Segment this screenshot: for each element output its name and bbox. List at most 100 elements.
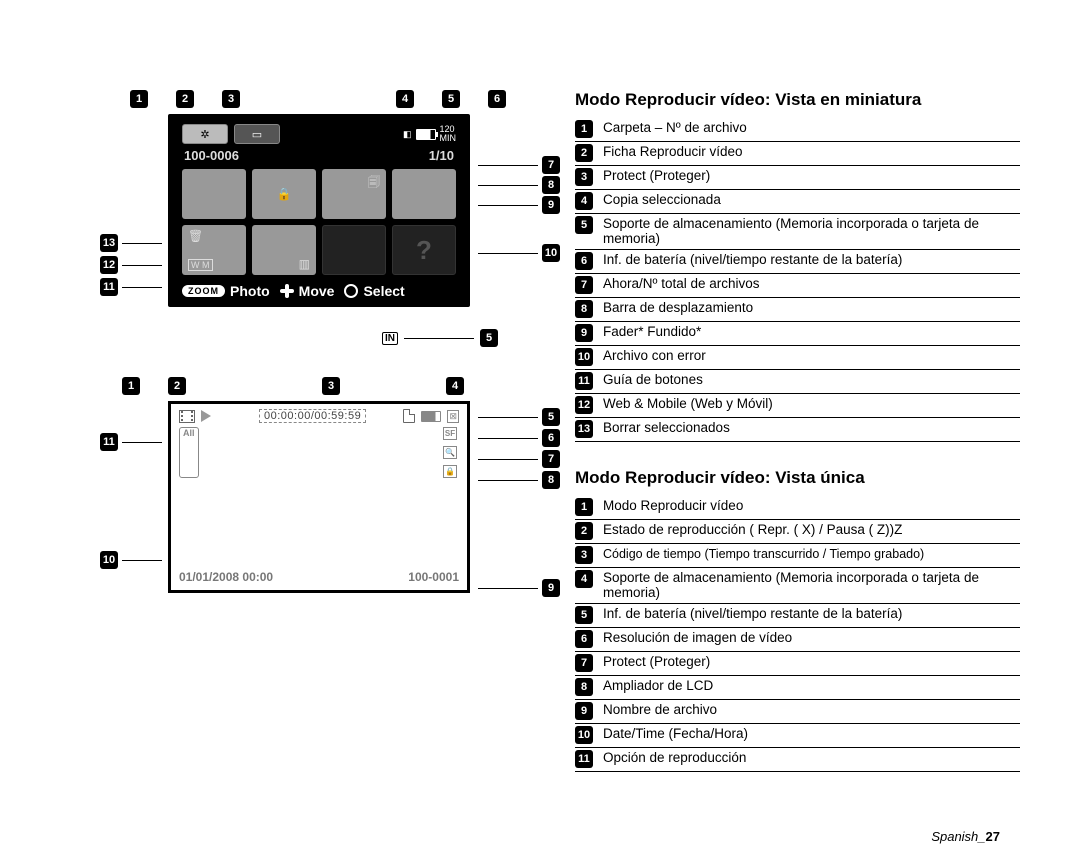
l2-5: 5 — [575, 606, 593, 624]
s2-callout-6: 6 — [542, 429, 560, 447]
s2-callout-3: 3 — [322, 377, 340, 395]
callout-2: 2 — [176, 90, 194, 108]
s2-callout-2: 2 — [168, 377, 186, 395]
tab-photo-icon: ▭ — [234, 124, 280, 144]
batt-extra-icon: ⊠ — [447, 410, 459, 423]
s2-callout-11: 11 — [100, 433, 118, 451]
l2-3: 3 — [575, 546, 593, 564]
l2-1: 1 — [575, 498, 593, 516]
s2-callout-8: 8 — [542, 471, 560, 489]
callout-8: 8 — [542, 176, 560, 194]
l1-11: 11 — [575, 372, 593, 390]
s2-callout-10: 10 — [100, 551, 118, 569]
button-guide: ZOOMPhoto Move Select — [178, 279, 460, 299]
fader-icon: ▥ — [299, 257, 310, 271]
l2-7: 7 — [575, 654, 593, 672]
battery-icon-2 — [421, 411, 441, 422]
thumb-7[interactable] — [322, 225, 386, 275]
batt-unit: MIN — [440, 133, 457, 143]
play-icon — [201, 410, 211, 422]
error-icon: ? — [416, 235, 432, 266]
thumb-6[interactable]: ▥ — [252, 225, 316, 275]
page-indicator: 1/10 — [429, 148, 454, 163]
l1-8: 8 — [575, 300, 593, 318]
thumb-2[interactable]: 🔒 — [252, 169, 316, 219]
datetime: 01/01/2008 00:00 — [179, 570, 273, 584]
screen2-left-callouts: 11 10 — [100, 401, 162, 569]
callout-5: 5 — [442, 90, 460, 108]
all-label: All — [179, 427, 199, 478]
card-icon: ◧ — [403, 129, 412, 140]
enhancer-icon: 🔍 — [443, 446, 457, 459]
callout-10: 10 — [542, 244, 560, 262]
footer-page: 27 — [986, 829, 1000, 844]
l1-10: 10 — [575, 348, 593, 366]
resolution-icon: SF — [443, 427, 457, 440]
timecode: 00:00:00/00:59:59 — [259, 409, 366, 423]
l2-8: 8 — [575, 678, 593, 696]
select-icon — [344, 284, 358, 298]
manual-page: 1 2 3 4 5 6 13 12 11 ✲ ▭ — [0, 0, 1080, 802]
btn-photo: Photo — [230, 283, 270, 299]
l2-9: 9 — [575, 702, 593, 720]
filename: 100-0001 — [408, 570, 459, 584]
callout-11: 11 — [100, 278, 118, 296]
thumbnail-grid: 🔒 🗐 🗑 W M ▥ ? — [178, 165, 460, 279]
battery-icon — [416, 129, 436, 140]
s2-callout-1: 1 — [122, 377, 140, 395]
l2-11: 11 — [575, 750, 593, 768]
thumb-4[interactable] — [392, 169, 456, 219]
l1-5: 5 — [575, 216, 593, 234]
screen2-top-callouts: 1 2 3 4 — [122, 377, 560, 395]
l1-2: 2 — [575, 144, 593, 162]
s2-callout-4: 4 — [446, 377, 464, 395]
callout-5b: 5 — [480, 329, 498, 347]
footer-lang: Spanish — [931, 829, 978, 844]
s2-callout-9: 9 — [542, 579, 560, 597]
screen2-wrap: 11 10 00:00:00/00:59:59 ⊠ All — [100, 401, 560, 597]
callout-1: 1 — [130, 90, 148, 108]
move-icon — [280, 284, 294, 298]
legend-2: 1Modo Reproducir vídeo 2Estado de reprod… — [575, 496, 1020, 772]
l1-3: 3 — [575, 168, 593, 186]
folder-number: 100-0006 — [184, 148, 239, 163]
l2-6: 6 — [575, 630, 593, 648]
zoom-pill: ZOOM — [182, 285, 225, 297]
single-view-screen: 00:00:00/00:59:59 ⊠ All SF 🔍 🔒 01/01/200… — [168, 401, 470, 593]
thumb-8-error[interactable]: ? — [392, 225, 456, 275]
screen2-right-callouts: 5 6 7 8 9 — [478, 401, 560, 597]
film-icon — [179, 410, 195, 423]
trash-icon: 🗑 — [188, 229, 203, 243]
callout-9: 9 — [542, 196, 560, 214]
legend-1: 1Carpeta – Nº de archivo 2Ficha Reproduc… — [575, 118, 1020, 442]
left-diagram-column: 1 2 3 4 5 6 13 12 11 ✲ ▭ — [100, 90, 560, 772]
callout-3: 3 — [222, 90, 240, 108]
callout-7: 7 — [542, 156, 560, 174]
wm-icon: W M — [188, 259, 213, 271]
page-footer: Spanish_27 — [931, 829, 1000, 844]
thumb-5[interactable]: 🗑 W M — [182, 225, 246, 275]
btn-select: Select — [363, 283, 404, 299]
right-legend-column: Modo Reproducir vídeo: Vista en miniatur… — [575, 90, 1020, 772]
lock-icon: 🔒 — [277, 187, 292, 201]
screen1-right-callouts: 7 8 9 10 — [478, 114, 560, 262]
thumbnail-view-screen: ✲ ▭ ◧ 120MIN 100-0006 1/10 🔒 � — [168, 114, 470, 307]
s2-callout-7: 7 — [542, 450, 560, 468]
l1-4: 4 — [575, 192, 593, 210]
l1-7: 7 — [575, 276, 593, 294]
thumb-1[interactable] — [182, 169, 246, 219]
l2-4: 4 — [575, 570, 593, 588]
copy-icon: 🗐 — [368, 173, 380, 194]
callout-13: 13 — [100, 234, 118, 252]
thumb-3[interactable]: 🗐 — [322, 169, 386, 219]
l1-13: 13 — [575, 420, 593, 438]
protect-icon: 🔒 — [443, 465, 457, 478]
l1-9: 9 — [575, 324, 593, 342]
tab-video-icon: ✲ — [182, 124, 228, 144]
l1-12: 12 — [575, 396, 593, 414]
l1-6: 6 — [575, 252, 593, 270]
callout-4: 4 — [396, 90, 414, 108]
l2-10: 10 — [575, 726, 593, 744]
in-indicator-line: IN 5 — [100, 329, 498, 347]
l2-2: 2 — [575, 522, 593, 540]
